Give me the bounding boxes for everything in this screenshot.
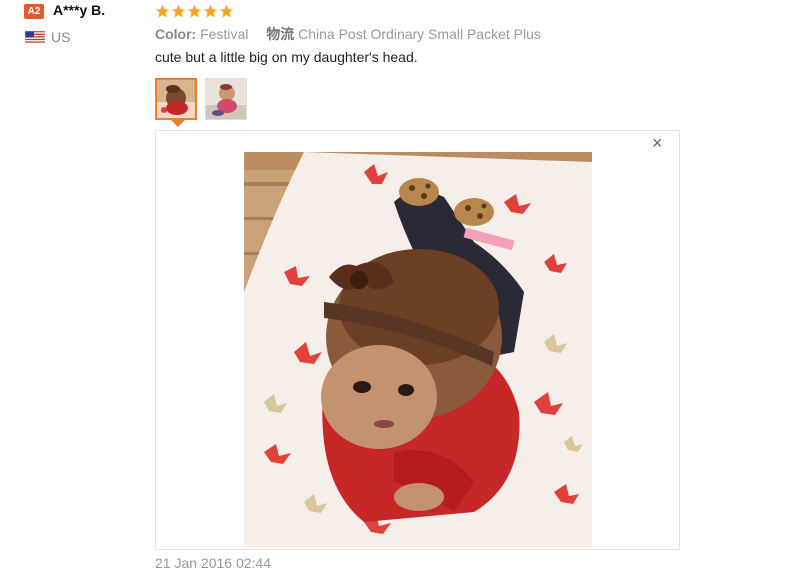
review-text: cute but a little big on my daughter's h…: [155, 49, 418, 65]
color-value: Festival: [200, 26, 249, 42]
us-flag-icon: [25, 31, 45, 43]
star-icon: [219, 4, 234, 17]
shipping-label: 物流: [266, 26, 295, 42]
buyer-level-badge: A2: [24, 4, 44, 19]
reviewer-name: A***y B.: [53, 2, 106, 18]
active-thumbnail-pointer: [171, 120, 185, 127]
star-icon: [155, 4, 170, 17]
color-label: Color:: [155, 26, 197, 42]
baby-photo-large: [244, 152, 592, 548]
photo-thumbnail-1[interactable]: [155, 78, 197, 120]
baby-photo-thumb-image-2: [206, 79, 246, 119]
baby-photo-thumb-image: [157, 80, 195, 118]
star-icon: [187, 4, 202, 17]
review-date: 21 Jan 2016 02:44: [155, 555, 271, 571]
photo-thumbnail-2[interactable]: [205, 78, 247, 120]
reviewer-country: US: [51, 29, 71, 45]
star-rating: [155, 3, 235, 19]
shipping-value: China Post Ordinary Small Packet Plus: [298, 26, 541, 42]
star-icon: [203, 4, 218, 17]
close-icon[interactable]: ×: [652, 134, 663, 152]
order-meta: Color: Festival 物流 China Post Ordinary S…: [155, 24, 541, 44]
star-icon: [171, 4, 186, 17]
